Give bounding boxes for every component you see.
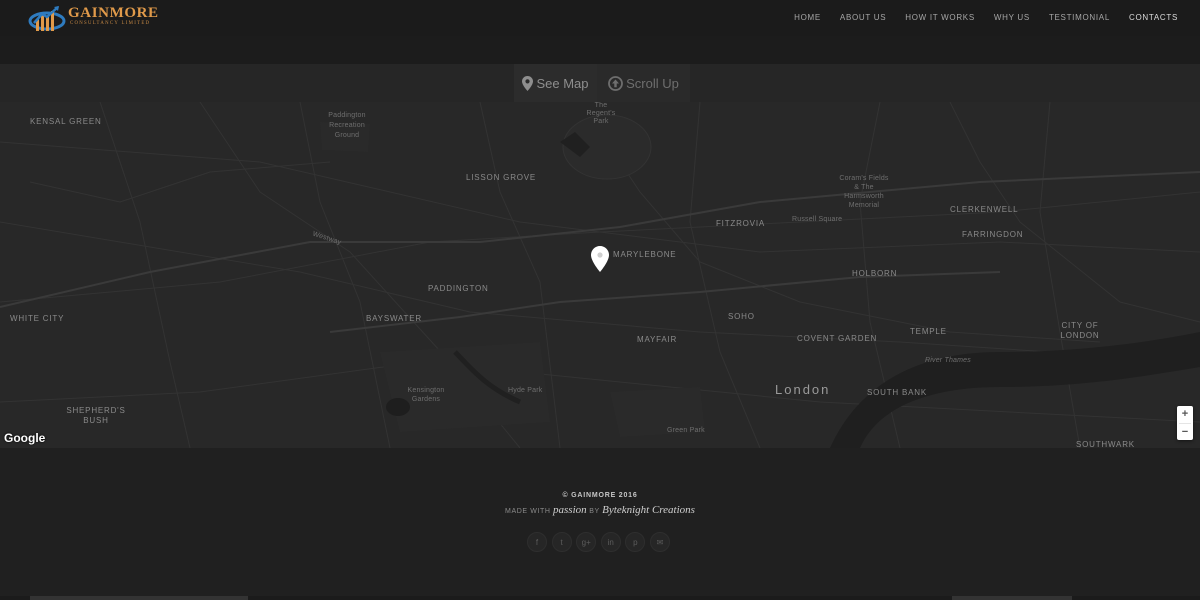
map-roads [0,102,1200,448]
see-map-button[interactable]: See Map [514,64,597,102]
brand-wordmark: GAINMORE CONSULTANCY LIMITED [68,5,159,26]
map-label-covent-garden: COVENT GARDEN [797,334,878,343]
page: GAINMORE CONSULTANCY LIMITED HOME ABOUT … [0,0,1200,600]
map-label-paddington-recreation-ground: Paddington Recreation Ground [328,112,366,139]
map-label-regents-park: The Regent's Park [586,102,616,125]
copyright-text: © GAINMORE 2016 [562,492,638,499]
main-nav: HOME ABOUT US HOW IT WORKS WHY US TESTIM… [775,0,1178,34]
credits-line: MADE WITH passion BY Byteknight Creation… [0,504,1200,516]
brand-tagline: CONSULTANCY LIMITED [70,21,151,26]
linkedin-icon[interactable]: in [600,532,621,552]
map-label-london: London [775,382,831,397]
bottom-edge-segment [30,596,248,600]
passion-text: passion [553,504,587,516]
brand-logo[interactable]: GAINMORE CONSULTANCY LIMITED [28,4,158,34]
scroll-up-label: Scroll Up [626,75,679,91]
map-label-mayfair: MAYFAIR [637,335,678,344]
map-label-corams-fields: Coram's Fields & The Harmsworth Memorial [839,175,889,209]
creator-link[interactable]: Byteknight Creations [602,504,695,516]
bottom-edge [0,596,1200,600]
map-marker-icon [522,75,534,91]
zoom-control: + − [1177,406,1193,440]
map-label-city-of-london: CITY OF LONDON [1060,321,1100,340]
google-attribution[interactable]: Google [4,431,45,445]
map-label-holborn: HOLBORN [852,269,898,278]
map-label-clerkenwell: CLERKENWELL [950,205,1019,214]
map-label-lisson-grove: LISSON GROVE [466,173,537,182]
google-map[interactable]: KENSAL GREEN Paddington Recreation Groun… [0,102,1200,448]
brand-name: GAINMORE [68,5,159,21]
map-label-south-bank: SOUTH BANK [867,388,928,397]
nav-item-contacts[interactable]: CONTACTS [1129,13,1178,22]
zoom-out-button[interactable]: − [1177,424,1193,441]
map-label-green-park: Green Park [667,427,705,434]
map-label-temple: TEMPLE [910,327,947,336]
map-label-white-city: WHITE CITY [10,314,65,323]
nav-item-testimonial[interactable]: TESTIMONIAL [1049,13,1110,22]
bottom-edge-segment [952,596,1072,600]
top-navbar: GAINMORE CONSULTANCY LIMITED HOME ABOUT … [0,0,1200,36]
nav-item-how-it-works[interactable]: HOW IT WORKS [905,13,975,22]
google-plus-icon[interactable]: g+ [576,532,597,552]
see-map-label: See Map [536,75,589,91]
scroll-up-button[interactable]: Scroll Up [597,64,690,102]
map-label-russell-square: Russell Square [792,216,843,223]
logo-mark-icon [28,6,66,31]
map-label-southwark: Southwark [1076,440,1135,448]
map-label-kensal-green: KENSAL GREEN [30,117,102,126]
facebook-icon[interactable]: f [527,532,547,552]
made-with-text: MADE WITH [505,508,551,515]
by-text: BY [589,508,600,515]
map-label-soho: SOHO [728,312,755,321]
map-label-shepherds-bush: SHEPHERD'S BUSH [66,406,126,425]
footer: © GAINMORE 2016 MADE WITH passion BY Byt… [0,448,1200,600]
pinterest-icon[interactable]: p [625,532,646,552]
map-tab-bar: See Map Scroll Up [0,64,1200,102]
nav-item-why-us[interactable]: WHY US [994,13,1030,22]
zoom-in-button[interactable]: + [1177,406,1193,423]
nav-item-about-us[interactable]: ABOUT US [840,13,886,22]
map-label-river-thames: River Thames [925,357,971,364]
social-links: f t g+ in p ✉ [527,532,675,552]
map-label-hyde-park: Hyde Park [508,387,543,394]
map-label-farringdon: FARRINGDON [962,230,1024,239]
map-label-bayswater: BAYSWATER [366,314,422,323]
header-band [0,36,1200,64]
map-label-fitzrovia: FITZROVIA [716,219,765,228]
map-label-paddington: PADDINGTON [428,284,489,293]
email-icon[interactable]: ✉ [649,532,670,552]
map-label-marylebone: MARYLEBONE [613,250,677,259]
map-label-kensington-gardens: Kensington Gardens [407,387,445,403]
arrow-circle-up-icon [608,75,624,91]
nav-item-home[interactable]: HOME [794,13,821,22]
twitter-icon[interactable]: t [551,532,572,552]
location-pin-icon[interactable] [591,246,609,272]
